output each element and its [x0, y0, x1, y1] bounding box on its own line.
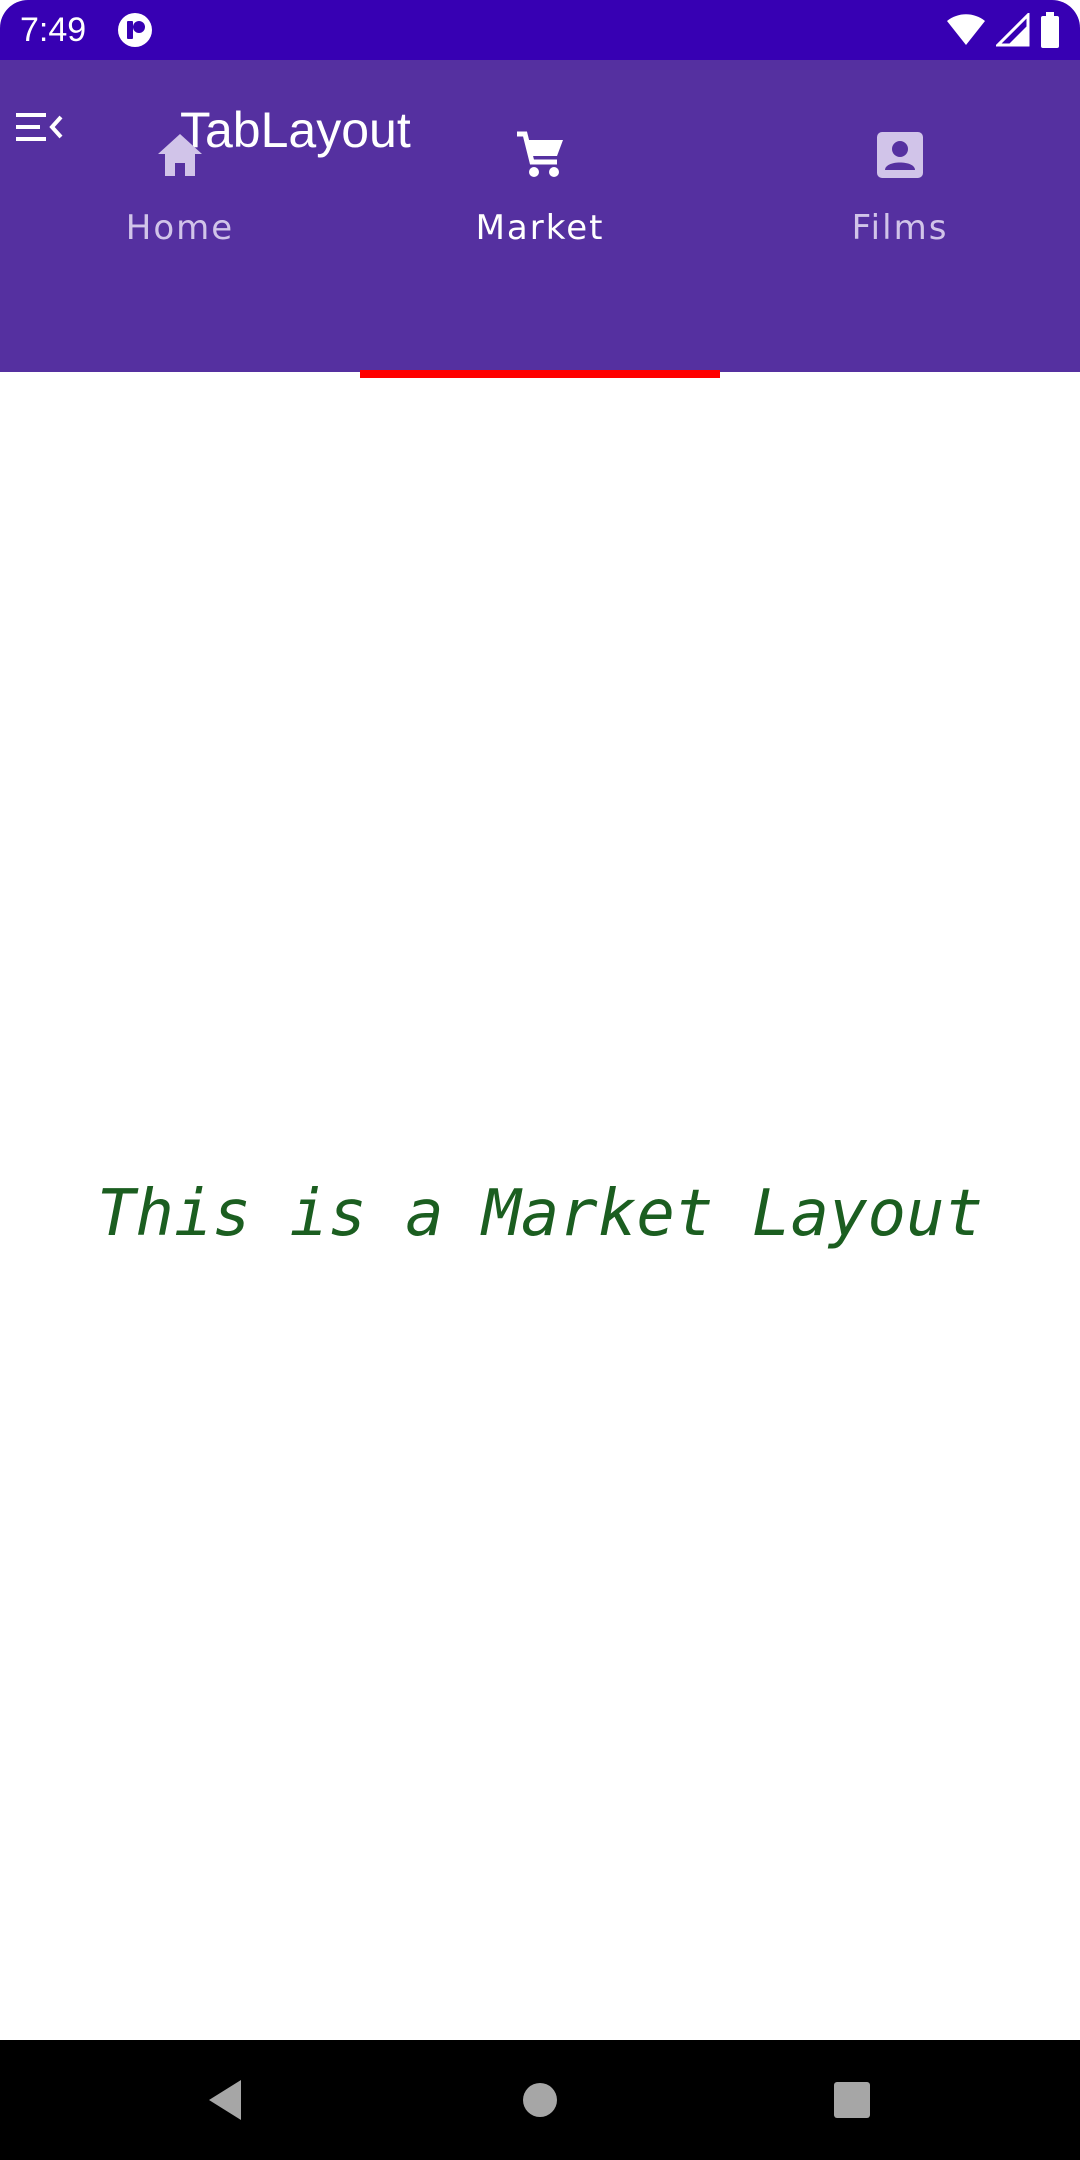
tab-films-label: Films	[851, 208, 949, 248]
tab-films[interactable]: Films	[720, 60, 1080, 248]
tab-indicator	[360, 370, 720, 378]
status-time: 7:49	[20, 11, 87, 49]
tab-home[interactable]: Home	[0, 60, 360, 248]
cart-icon	[517, 131, 563, 177]
content-text: This is a Market Layout	[96, 1177, 984, 1251]
battery-icon	[1041, 12, 1059, 48]
home-circle-icon[interactable]	[522, 2082, 558, 2118]
cell-signal-icon	[996, 13, 1030, 47]
contact-icon	[877, 132, 923, 178]
back-icon[interactable]	[205, 2078, 245, 2122]
app-bar: TabLayout Home Market Films	[0, 60, 1080, 372]
status-icons	[946, 10, 1060, 50]
recents-icon[interactable]	[833, 2081, 871, 2119]
status-bar: 7:49	[0, 0, 1080, 60]
navigation-bar	[0, 2040, 1080, 2160]
tab-home-label: Home	[125, 208, 235, 248]
tab-market[interactable]: Market	[360, 60, 720, 248]
screen: 7:49 TabLayout Home Market Films This is…	[0, 0, 1080, 2160]
home-icon	[158, 134, 202, 176]
wifi-icon	[947, 14, 985, 45]
tab-market-label: Market	[475, 208, 605, 248]
app-notification-icon	[118, 13, 152, 47]
